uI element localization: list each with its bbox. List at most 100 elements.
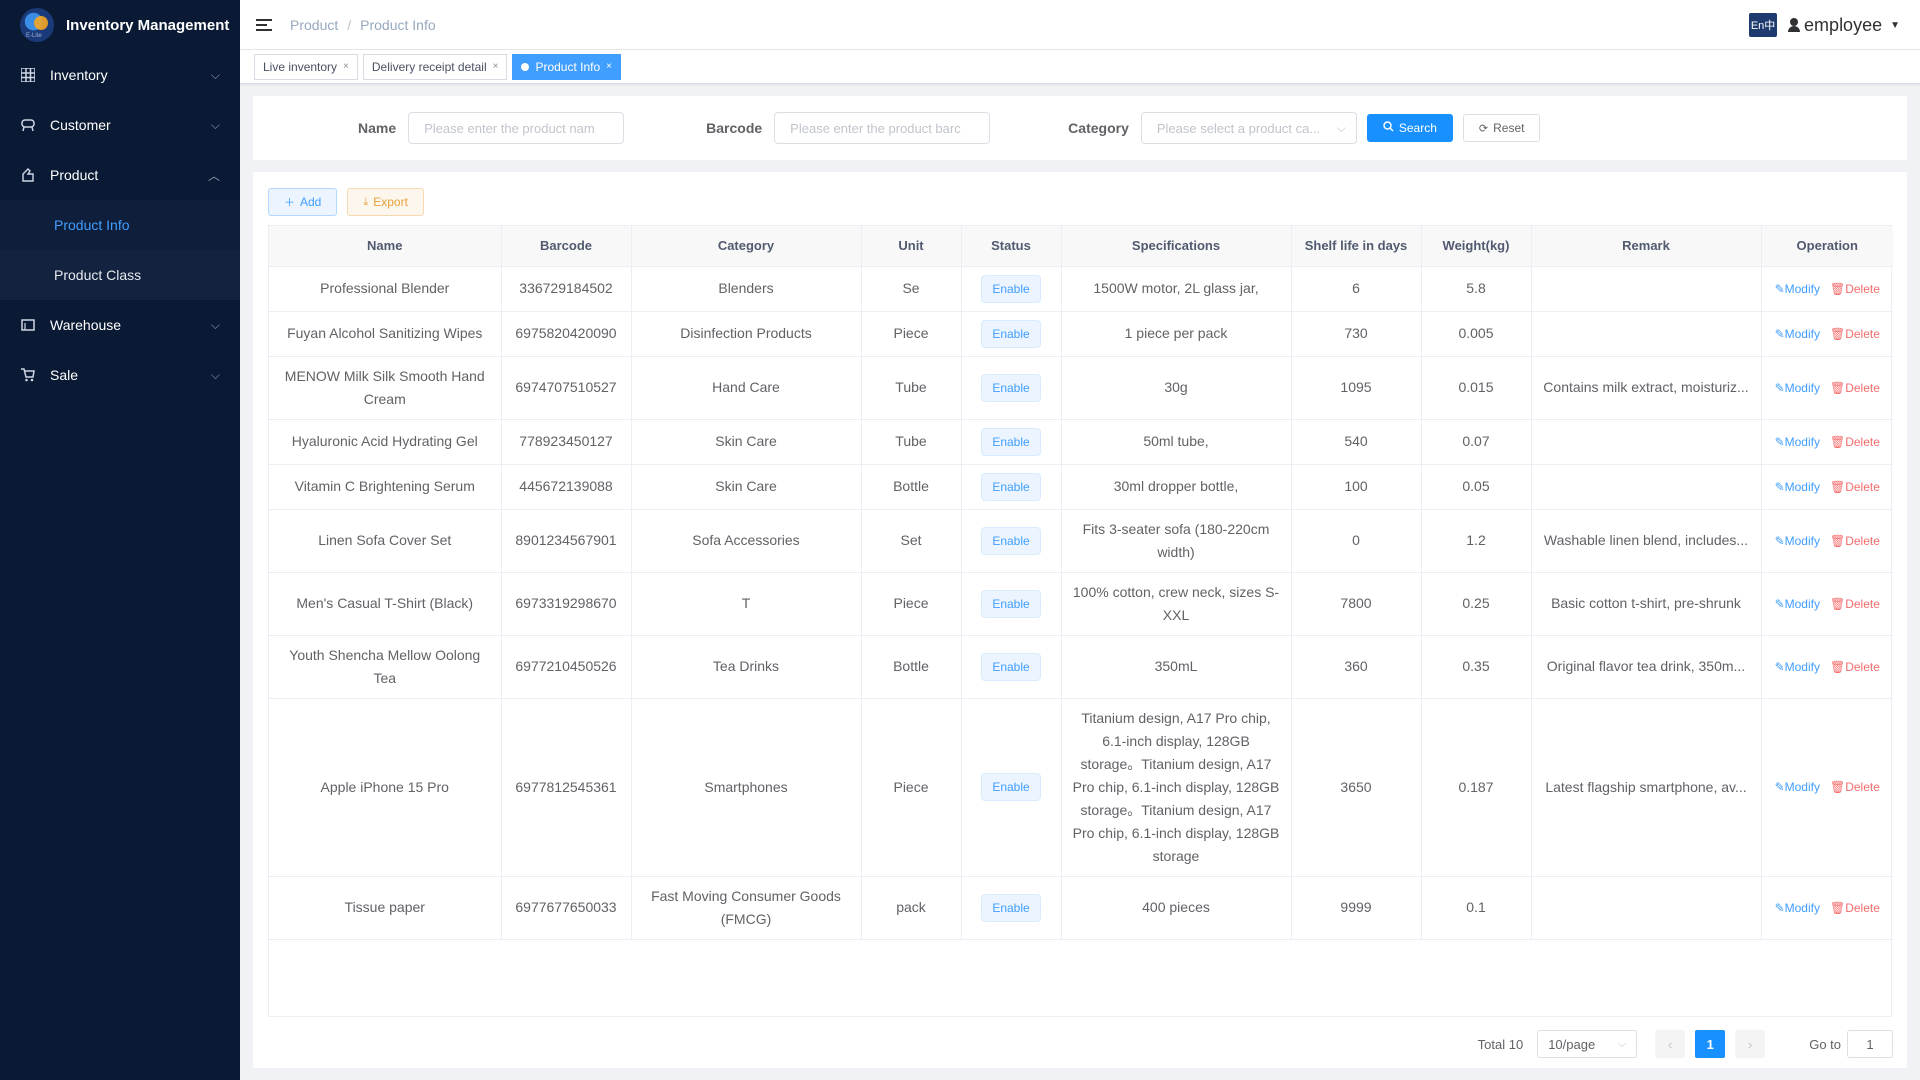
delete-button[interactable]: 🗑Delete <box>1830 327 1880 341</box>
delete-button[interactable]: 🗑Delete <box>1830 901 1880 915</box>
cell-barcode: 445672139088 <box>501 464 632 510</box>
cell-category: Smartphones <box>631 698 862 877</box>
modify-button[interactable]: ✎Modify <box>1775 660 1820 674</box>
modify-button[interactable]: ✎Modify <box>1775 901 1820 915</box>
table-row: Hyaluronic Acid Hydrating Gel 77892345012… <box>269 419 1893 465</box>
tag-live-inventory[interactable]: Live inventory × <box>254 53 358 80</box>
chevron-down-icon: ⌵ <box>210 67 220 82</box>
modify-button[interactable]: ✎Modify <box>1775 480 1820 494</box>
modify-label: Modify <box>1784 900 1820 915</box>
modify-label: Modify <box>1784 780 1820 794</box>
delete-button[interactable]: 🗑Delete <box>1830 780 1880 794</box>
barcode-input[interactable]: Please enter the product barc <box>774 112 991 144</box>
sidebar-item-customer[interactable]: Customer ⌵ <box>0 100 240 150</box>
prev-page-button[interactable]: ‹ <box>1655 1030 1686 1058</box>
pagination-total: Total 10 <box>1477 1036 1524 1052</box>
status-badge[interactable]: Enable <box>981 472 1041 501</box>
page-size-select[interactable]: 10/page ⌵ <box>1537 1030 1638 1058</box>
delete-button[interactable]: 🗑Delete <box>1830 597 1880 611</box>
sidebar-item-product-class[interactable]: Product Class <box>0 250 240 300</box>
cell-specifications: Fits 3-seater sofa (180-220cm width) <box>1061 509 1292 573</box>
table-row: Tissue paper 6977677650033 Fast Moving Con… <box>269 876 1893 940</box>
logo-subtitle: E-Lite <box>26 33 42 39</box>
language-switch-icon[interactable]: En中 <box>1749 13 1778 37</box>
modify-button[interactable]: ✎Modify <box>1775 534 1820 548</box>
modify-button[interactable]: ✎Modify <box>1775 327 1820 341</box>
cell-name: Apple iPhone 15 Pro <box>269 698 502 877</box>
cell-unit: Tube <box>861 419 962 465</box>
cell-shelf-life: 100 <box>1291 464 1422 510</box>
delete-button[interactable]: 🗑Delete <box>1830 435 1880 449</box>
name-input[interactable]: Please enter the product nam <box>408 112 625 144</box>
edit-icon: ✎ <box>1774 434 1785 449</box>
tag-product-info[interactable]: Product Info × <box>512 53 622 80</box>
trash-icon: 🗑 <box>1829 596 1846 611</box>
cell-remark: Basic cotton t-shirt, pre-shrunk <box>1531 572 1762 636</box>
status-badge[interactable]: Enable <box>981 319 1041 348</box>
column-header-specifications: Specifications <box>1061 226 1292 267</box>
breadcrumb-item-product[interactable]: Product <box>290 17 338 33</box>
cell-name: Linen Sofa Cover Set <box>269 509 502 573</box>
status-badge[interactable]: Enable <box>981 589 1041 618</box>
cell-status: Enable <box>961 356 1062 420</box>
cell-weight: 0.35 <box>1421 635 1532 699</box>
sidebar-item-sale[interactable]: Sale ⌵ <box>0 350 240 400</box>
delete-button[interactable]: 🗑Delete <box>1830 660 1880 674</box>
goto-page-input[interactable]: 1 <box>1847 1030 1893 1058</box>
close-icon[interactable]: × <box>343 61 349 72</box>
search-button[interactable]: Search <box>1366 114 1453 142</box>
delete-button[interactable]: 🗑Delete <box>1830 381 1880 395</box>
cell-specifications: 1 piece per pack <box>1061 311 1292 357</box>
logo[interactable]: E-Lite Inventory Management <box>0 0 240 50</box>
delete-button[interactable]: 🗑Delete <box>1830 282 1880 296</box>
cell-weight: 5.8 <box>1421 266 1532 312</box>
cell-name: Hyaluronic Acid Hydrating Gel <box>269 419 502 465</box>
delete-button[interactable]: 🗑Delete <box>1830 534 1880 548</box>
tag-label: Live inventory <box>263 59 338 74</box>
page-number-current[interactable]: 1 <box>1695 1030 1726 1058</box>
tag-delivery-receipt-detail[interactable]: Delivery receipt detail × <box>362 53 508 80</box>
status-badge[interactable]: Enable <box>981 773 1041 801</box>
sidebar-item-warehouse[interactable]: Warehouse ⌵ <box>0 300 240 350</box>
status-badge[interactable]: Enable <box>981 427 1041 456</box>
export-button[interactable]: ⤓ Export <box>347 188 424 216</box>
status-badge[interactable]: Enable <box>981 274 1041 303</box>
cart-icon <box>20 367 36 383</box>
cell-shelf-life: 540 <box>1291 419 1422 465</box>
modify-button[interactable]: ✎Modify <box>1775 597 1820 611</box>
modify-button[interactable]: ✎Modify <box>1775 381 1820 395</box>
cell-specifications: 100% cotton, crew neck, sizes S-XXL <box>1061 572 1292 636</box>
close-icon[interactable]: × <box>606 61 612 72</box>
status-badge[interactable]: Enable <box>981 893 1041 922</box>
modify-button[interactable]: ✎Modify <box>1775 282 1820 296</box>
status-badge[interactable]: Enable <box>981 373 1041 402</box>
modify-label: Modify <box>1784 326 1820 341</box>
sidebar: E-Lite Inventory Management Inventory ⌵ … <box>0 0 240 1080</box>
sidebar-item-product[interactable]: Product ︿ <box>0 150 240 200</box>
delete-label: Delete <box>1845 479 1880 494</box>
sidebar-item-product-info[interactable]: Product Info <box>0 200 240 250</box>
delete-label: Delete <box>1845 281 1880 296</box>
tag-label: Delivery receipt detail <box>371 59 487 74</box>
user-dropdown[interactable]: employee ▼ <box>1787 15 1900 36</box>
chevron-down-icon: ⌵ <box>1336 120 1346 135</box>
cell-barcode: 336729184502 <box>501 266 632 312</box>
close-icon[interactable]: × <box>493 61 499 72</box>
next-page-button[interactable]: › <box>1735 1030 1766 1058</box>
modify-button[interactable]: ✎Modify <box>1775 435 1820 449</box>
category-select[interactable]: Please select a product ca... ⌵ <box>1140 112 1357 144</box>
status-badge[interactable]: Enable <box>981 652 1041 681</box>
sidebar-item-label: Customer <box>50 117 111 133</box>
delete-button[interactable]: 🗑Delete <box>1830 480 1880 494</box>
sidebar-item-inventory[interactable]: Inventory ⌵ <box>0 50 240 100</box>
modify-button[interactable]: ✎Modify <box>1775 780 1820 794</box>
add-button[interactable]: ＋ Add <box>268 188 338 216</box>
search-form: Name Please enter the product nam Barcod… <box>253 96 1907 160</box>
reset-button[interactable]: ⟳ Reset <box>1462 114 1541 142</box>
hamburger-icon[interactable] <box>256 16 272 34</box>
cell-category: Hand Care <box>631 356 862 420</box>
search-button-label: Search <box>1398 121 1437 135</box>
cell-barcode: 6975820420090 <box>501 311 632 357</box>
add-button-label: Add <box>300 195 322 209</box>
status-badge[interactable]: Enable <box>981 526 1041 555</box>
